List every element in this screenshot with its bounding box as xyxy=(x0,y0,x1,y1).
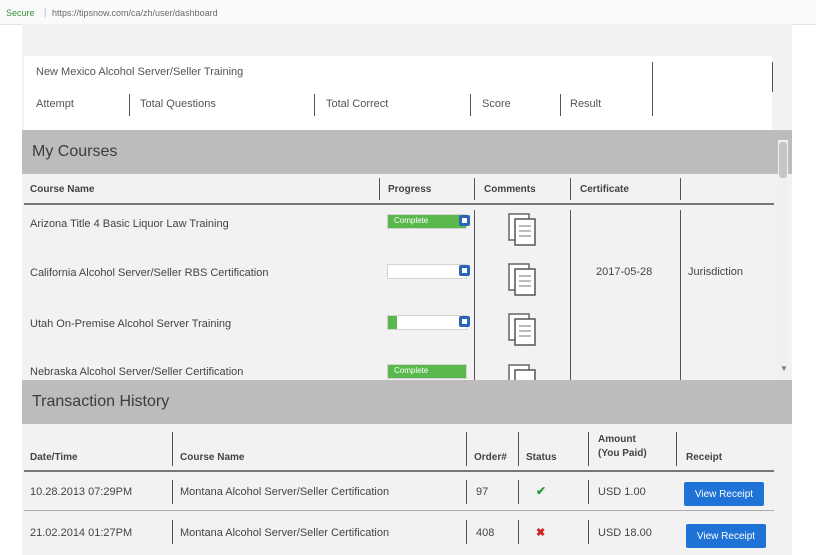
status-success-icon: ✔ xyxy=(536,484,547,498)
certificate-date: 2017-05-28 xyxy=(596,266,653,278)
course-name[interactable]: California Alcohol Server/Seller RBS Cer… xyxy=(30,267,268,279)
row-divider xyxy=(680,210,681,380)
row-divider xyxy=(570,210,571,380)
col-result: Result xyxy=(570,98,602,110)
header-divider xyxy=(570,178,571,200)
progress-fill xyxy=(388,316,398,329)
progress-label: Complete xyxy=(394,366,429,375)
transaction-history-header: Transaction History xyxy=(22,380,792,424)
quiz-course-title: New Mexico Alcohol Server/Seller Trainin… xyxy=(36,66,244,78)
progress-detail-button[interactable] xyxy=(459,265,470,276)
row-divider xyxy=(466,480,467,504)
header-divider xyxy=(518,432,519,466)
url-text[interactable]: https://tipsnow.com/ca/zh/user/dashboard xyxy=(52,8,218,18)
col-divider xyxy=(470,94,471,116)
course-name[interactable]: Nebraska Alcohol Server/Seller Certifica… xyxy=(30,366,243,378)
certificate-link[interactable]: Jurisdiction xyxy=(688,266,743,278)
progress-bar: Complete xyxy=(387,214,467,229)
course-name[interactable]: Utah On-Premise Alcohol Server Training xyxy=(30,318,231,330)
receipt-header: Receipt xyxy=(686,452,723,463)
course-name[interactable]: Arizona Title 4 Basic Liquor Law Trainin… xyxy=(30,218,229,230)
view-receipt-button[interactable]: View Receipt xyxy=(684,482,764,506)
col-divider xyxy=(652,62,653,116)
progress-label: Complete xyxy=(394,216,429,225)
my-courses-header: My Courses xyxy=(22,130,792,174)
col-score: Score xyxy=(482,98,511,110)
transaction-history-title: Transaction History xyxy=(32,393,170,410)
col-divider xyxy=(772,62,773,92)
txn-amount: USD 1.00 xyxy=(598,486,646,498)
status-failed-icon: ✖ xyxy=(536,527,546,539)
txn-course: Montana Alcohol Server/Seller Certificat… xyxy=(180,486,390,498)
row-divider xyxy=(518,520,519,544)
row-divider xyxy=(518,480,519,504)
datetime-header: Date/Time xyxy=(30,452,78,463)
txn-course-name-header: Course Name xyxy=(180,452,245,463)
comments-icon[interactable] xyxy=(506,261,540,297)
row-divider xyxy=(588,520,589,544)
order-header: Order# xyxy=(474,452,507,463)
scrollbar-thumb[interactable] xyxy=(779,142,787,178)
row-divider xyxy=(172,520,173,544)
col-total-correct: Total Correct xyxy=(326,98,389,110)
certificate-header: Certificate xyxy=(580,184,629,195)
row-rule xyxy=(24,510,774,511)
address-bar[interactable]: Secure | https://tipsnow.com/ca/zh/user/… xyxy=(0,0,816,25)
progress-detail-button[interactable] xyxy=(459,316,470,327)
col-divider xyxy=(560,94,561,116)
header-divider xyxy=(588,432,589,466)
col-total-questions: Total Questions xyxy=(140,98,216,110)
row-divider xyxy=(172,480,173,504)
amount-subheader: (You Paid) xyxy=(598,448,647,459)
status-header: Status xyxy=(526,452,557,463)
progress-detail-button[interactable] xyxy=(459,215,470,226)
comments-icon[interactable] xyxy=(506,211,540,247)
comments-icon[interactable] xyxy=(506,311,540,347)
comments-header: Comments xyxy=(484,184,536,195)
txn-course: Montana Alcohol Server/Seller Certificat… xyxy=(180,527,390,539)
row-divider xyxy=(474,210,475,380)
amount-header: Amount xyxy=(598,434,636,445)
secure-label: Secure xyxy=(6,8,35,18)
view-receipt-button[interactable]: View Receipt xyxy=(686,524,766,548)
txn-datetime: 10.28.2013 07:29PM xyxy=(30,486,133,498)
my-courses-title: My Courses xyxy=(32,143,118,160)
header-divider xyxy=(466,432,467,466)
course-name-header: Course Name xyxy=(30,184,95,195)
row-divider xyxy=(466,520,467,544)
progress-header: Progress xyxy=(388,184,432,195)
quiz-results-table: New Mexico Alcohol Server/Seller Trainin… xyxy=(24,56,773,130)
txn-datetime: 21.02.2014 01:27PM xyxy=(30,527,133,539)
col-divider xyxy=(129,94,130,116)
header-rule xyxy=(24,470,774,472)
progress-bar xyxy=(387,315,467,330)
progress-bar xyxy=(387,264,467,279)
txn-order: 97 xyxy=(476,486,489,498)
address-separator: | xyxy=(44,7,47,17)
scroll-down-icon[interactable]: ▼ xyxy=(780,364,788,373)
progress-bar: Complete xyxy=(387,364,467,379)
header-divider xyxy=(680,178,681,200)
col-attempt: Attempt xyxy=(36,98,74,110)
header-divider xyxy=(676,432,677,466)
txn-order: 408 xyxy=(476,527,495,539)
header-rule xyxy=(24,203,774,205)
row-divider xyxy=(588,480,589,504)
header-divider xyxy=(172,432,173,466)
header-divider xyxy=(474,178,475,200)
col-divider xyxy=(314,94,315,116)
header-divider xyxy=(379,178,380,200)
txn-amount: USD 18.00 xyxy=(598,527,652,539)
